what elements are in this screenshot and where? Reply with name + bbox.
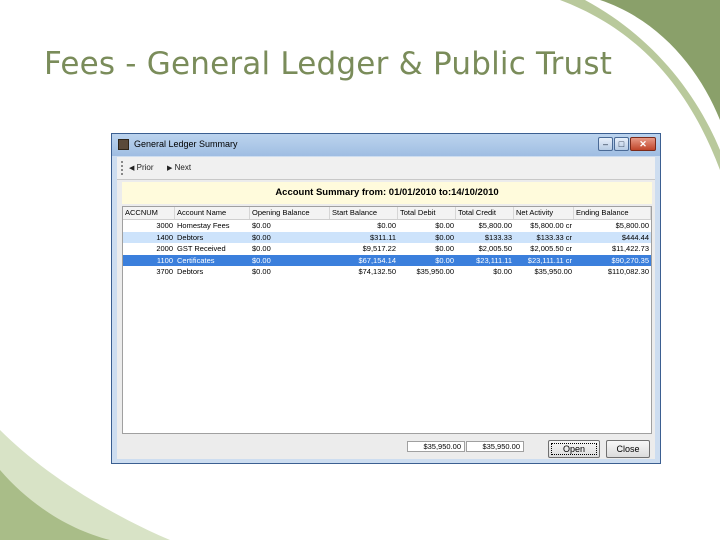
col-header-account-name[interactable]: Account Name: [175, 207, 250, 219]
total-debit-field: $35,950.00: [407, 441, 465, 452]
table-cell: $311.11: [370, 232, 396, 242]
col-header-start-balance[interactable]: Start Balance: [330, 207, 398, 219]
table-cell: 1100: [156, 255, 173, 265]
table-cell: $444.44: [621, 232, 649, 242]
table-cell: 3700: [156, 267, 173, 277]
table-cell: $35,950.00: [416, 267, 454, 277]
toolbar: ◀ Prior ▶ Next: [117, 157, 655, 180]
table-cell: $0.00: [252, 221, 271, 230]
next-button[interactable]: ▶ Next: [167, 161, 191, 175]
arrow-left-icon: ◀: [129, 165, 135, 172]
col-header-net-activity[interactable]: Net Activity: [514, 207, 574, 219]
app-icon[interactable]: [118, 139, 129, 150]
table-cell: Debtors: [177, 232, 204, 242]
table-cell: $2,005.50 cr: [530, 244, 572, 254]
table-cell: $35,950.00: [534, 267, 572, 277]
arrow-right-icon: ▶: [167, 165, 173, 172]
maximize-button[interactable]: □: [614, 137, 629, 151]
col-header-ending-balance[interactable]: Ending Balance: [574, 207, 651, 219]
table-row[interactable]: 3000 Homestay Fees $0.00 $0.00 $0.00 $5,800.0…: [123, 220, 651, 231]
window-title: General Ledger Summary: [134, 139, 238, 149]
open-button[interactable]: Open: [548, 440, 600, 458]
table-cell: $0.00: [435, 221, 454, 230]
total-credit-field: $35,950.00: [466, 441, 524, 452]
table-cell: $0.00: [252, 244, 271, 254]
window-titlebar[interactable]: General Ledger Summary – □ ✕: [112, 134, 660, 156]
toolbar-grip-icon[interactable]: [121, 161, 125, 175]
col-header-total-credit[interactable]: Total Credit: [456, 207, 514, 219]
table-row[interactable]: 1100 Certificates $0.00 $67,154.14 $0.00 $23,…: [123, 254, 651, 266]
table-cell: Homestay Fees: [177, 221, 230, 230]
table-cell: $74,132.50: [358, 267, 396, 277]
table-cell: $133.33: [484, 232, 512, 242]
table-cell: GST Received: [177, 244, 226, 254]
table-cell: $5,800.00 cr: [530, 221, 572, 230]
account-summary-text: Account Summary from: 01/01/2010 to:14/1…: [275, 187, 499, 198]
table-cell: Certificates: [177, 255, 215, 265]
table-cell: $2,005.50: [478, 244, 512, 254]
table-cell: $23,111.11 cr: [527, 255, 572, 265]
general-ledger-summary-window: General Ledger Summary – □ ✕ ◀ Prior ▶ N…: [111, 133, 661, 464]
table-cell: $23,111.11: [476, 255, 512, 265]
next-label: Next: [174, 163, 192, 172]
table-cell: $67,154.14: [358, 255, 396, 265]
table-cell: $0.00: [252, 255, 271, 265]
account-summary-banner: Account Summary from: 01/01/2010 to:14/1…: [122, 182, 652, 204]
table-cell: $0.00: [377, 221, 396, 230]
table-cell: $5,800.00: [478, 221, 512, 230]
table-row[interactable]: 1400 Debtors $0.00 $311.11 $0.00 $133.33 $133.…: [123, 231, 651, 243]
col-header-total-debit[interactable]: Total Debit: [398, 207, 456, 219]
table-cell: $0.00: [435, 232, 454, 242]
table-cell: $110,082.30: [607, 267, 649, 277]
table-cell: $9,517.22: [362, 244, 396, 254]
table-cell: $11,422.73: [612, 244, 649, 254]
table-cell: $0.00: [252, 232, 271, 242]
table-row[interactable]: 3700 Debtors $0.00 $74,132.50 $35,950.00 $0.0…: [123, 266, 651, 277]
table-cell: Debtors: [177, 267, 204, 277]
table-row[interactable]: 2000 GST Received $0.00 $9,517.22 $0.00 $2,00…: [123, 243, 651, 254]
table-cell: $133.33 cr: [536, 232, 572, 242]
table-cell: $5,800.00: [615, 221, 649, 230]
col-header-accnum[interactable]: ACCNUM: [123, 207, 175, 219]
close-button[interactable]: Close: [606, 440, 650, 458]
table-cell: $0.00: [435, 244, 454, 254]
table-cell: 3000: [156, 221, 173, 230]
table-cell: $0.00: [435, 255, 454, 265]
prior-label: Prior: [136, 163, 154, 172]
window-client-area: ◀ Prior ▶ Next Account Summary from: 01/…: [117, 157, 655, 459]
prior-button[interactable]: ◀ Prior: [129, 161, 154, 175]
table-cell: $0.00: [493, 267, 512, 277]
table-cell: 1400: [156, 232, 173, 242]
ledger-grid[interactable]: ACCNUM Account Name Opening Balance Star…: [122, 206, 652, 434]
table-cell: $0.00: [252, 267, 271, 277]
table-cell: 2000: [156, 244, 173, 254]
grid-header-row: ACCNUM Account Name Opening Balance Star…: [123, 207, 651, 220]
table-cell: $90,270.35: [611, 255, 649, 265]
minimize-button[interactable]: –: [598, 137, 613, 151]
close-window-button[interactable]: ✕: [630, 137, 656, 151]
col-header-opening-balance[interactable]: Opening Balance: [250, 207, 330, 219]
slide-title: Fees - General Ledger & Public Trust: [44, 46, 613, 82]
